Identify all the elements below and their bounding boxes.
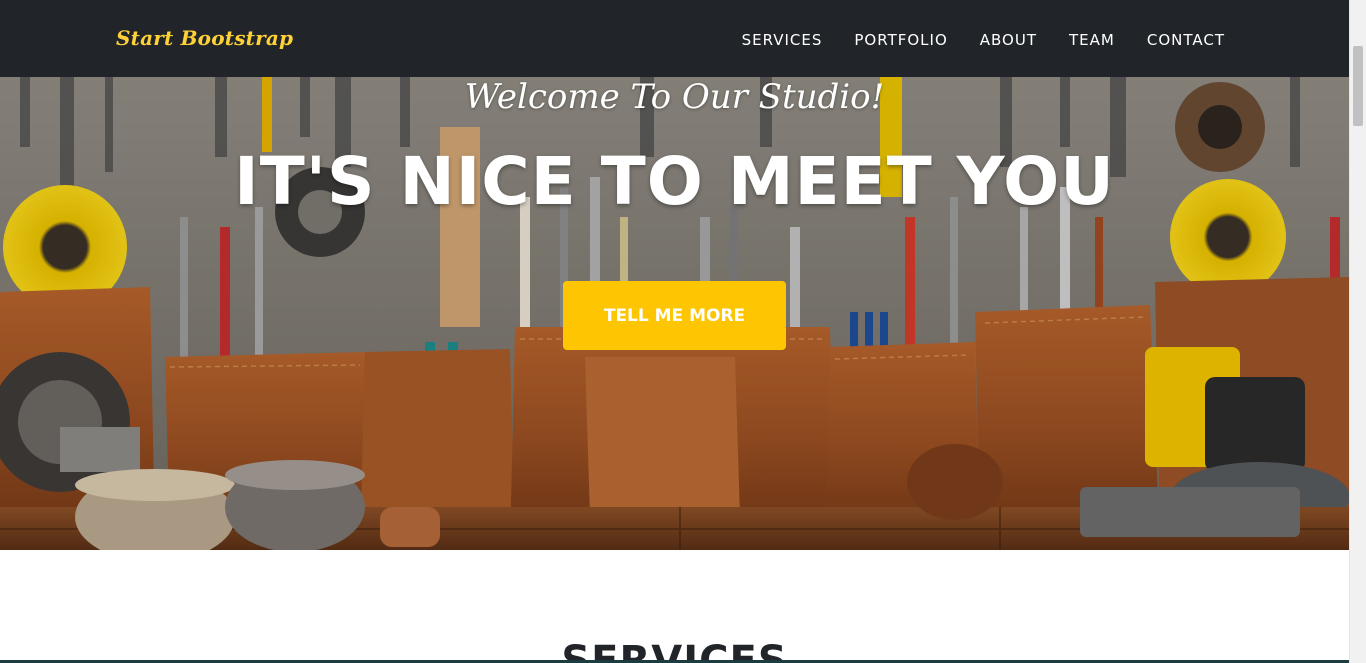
navbar: Start Bootstrap SERVICES PORTFOLIO ABOUT… xyxy=(0,0,1349,77)
nav-link-about[interactable]: ABOUT xyxy=(980,31,1037,49)
scrollbar-thumb[interactable] xyxy=(1353,46,1363,126)
nav-link-services[interactable]: SERVICES xyxy=(742,31,823,49)
page-scrollbar[interactable] xyxy=(1349,0,1366,663)
hero-subtitle: Welcome To Our Studio! xyxy=(464,77,885,117)
nav-link-contact[interactable]: CONTACT xyxy=(1147,31,1225,49)
brand-logo[interactable]: Start Bootstrap xyxy=(116,26,293,50)
nav-link-portfolio[interactable]: PORTFOLIO xyxy=(854,31,947,49)
hero-section: Welcome To Our Studio! IT'S NICE TO MEET… xyxy=(0,77,1349,550)
page: Start Bootstrap SERVICES PORTFOLIO ABOUT… xyxy=(0,0,1366,663)
nav-link-team[interactable]: TEAM xyxy=(1069,31,1115,49)
nav-links: SERVICES PORTFOLIO ABOUT TEAM CONTACT xyxy=(742,31,1225,49)
hero-title: IT'S NICE TO MEET YOU xyxy=(234,143,1115,220)
tell-me-more-button[interactable]: TELL ME MORE xyxy=(563,281,786,350)
